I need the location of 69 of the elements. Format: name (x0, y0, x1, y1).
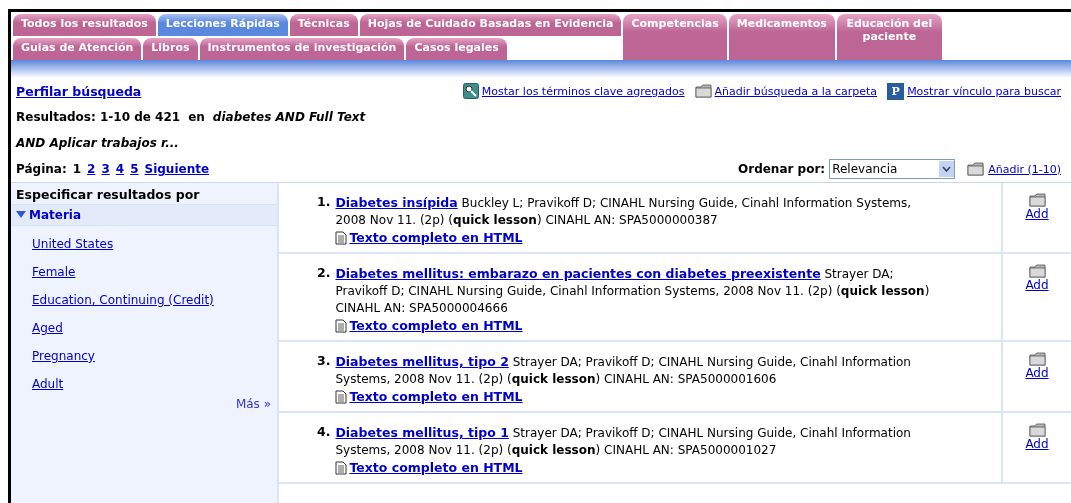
page-link[interactable]: 3 (101, 162, 110, 176)
page-label: Página: (16, 162, 67, 176)
result-title-link[interactable]: Diabetes mellitus: embarazo en pacientes con diabetes preexistente (335, 266, 821, 281)
add-link[interactable]: Add (1025, 366, 1049, 380)
result-citation: Diabetes mellitus, tipo 2 Strayer DA; Pravikoff D; CINAHL Nursing Guide, Cinahl Information Systems, 2008 Nov 11. (2p) (quick lesson) CINAHL AN: SPA5000001606 (335, 353, 912, 388)
result-citation: Diabetes mellitus: embarazo en pacientes con diabetes preexistente Strayer DA; Pravikoff D; CINAHL Nursing Guide, Cinahl Information Systems, 2008 Nov 11. (2p) (quick lesson) CINAHL AN: SPA5000004666 (335, 265, 931, 317)
result-title-link[interactable]: Diabetes mellitus, tipo 2 (335, 354, 509, 369)
result-number: 1. (317, 194, 331, 211)
facet-link[interactable]: United States (32, 237, 114, 251)
facet-link[interactable]: Female (32, 265, 76, 279)
folder-icon (1028, 193, 1046, 207)
refine-search-link[interactable]: Perfilar búsqueda (16, 83, 142, 99)
tab[interactable]: Casos legales (406, 38, 507, 60)
sort-select[interactable]: Relevancia (829, 159, 956, 179)
full-text-link[interactable]: Texto completo en HTML (349, 459, 523, 476)
triangle-icon (16, 211, 26, 219)
sidebar-title: Especificar resultados por (15, 186, 201, 204)
connector-text: en (188, 110, 205, 124)
page-link[interactable]: 1 (72, 162, 82, 176)
document-icon (335, 318, 348, 333)
full-text-link[interactable]: Texto completo en HTML (349, 317, 523, 334)
page-link[interactable]: 5 (130, 162, 139, 176)
tab[interactable]: Instrumentos de investigación (199, 38, 405, 60)
folder-icon (1028, 264, 1046, 278)
query-text: diabetes AND Full Text (212, 110, 366, 124)
magnifier-icon (462, 83, 479, 99)
toolbar-link[interactable]: Mostrar vínculo para buscar (907, 84, 1061, 98)
result-number: 2. (317, 265, 331, 282)
toolbar-link[interactable]: Mostar los términos clave agregados (481, 84, 685, 98)
folder-icon (967, 162, 985, 176)
document-icon (335, 230, 348, 245)
next-page-link[interactable]: Siguiente (144, 162, 210, 176)
page-link[interactable]: 4 (115, 162, 125, 176)
result-number: 4. (317, 424, 331, 441)
tab[interactable]: Todos los resultados (13, 14, 156, 36)
full-text-link[interactable]: Texto completo en HTML (349, 229, 523, 246)
caret-icon (939, 161, 955, 177)
add-link[interactable]: Add (1025, 437, 1049, 451)
result-citation: Diabetes insípida Buckley L; Pravikoff D; CINAHL Nursing Guide, Cinahl Information Systems, 2008 Nov 11. (2p) (quick lesson) CINAHL AN: SPA5000000387 (335, 194, 913, 229)
folder-icon (1028, 352, 1046, 366)
tab[interactable]: Libros (143, 38, 198, 60)
p-icon: P (887, 82, 905, 100)
result-citation: Diabetes mellitus, tipo 1 Strayer DA; Pravikoff D; CINAHL Nursing Guide, Cinahl Information Systems, 2008 Nov 11. (2p) (quick lesson) CINAHL AN: SPA5000001027 (335, 424, 912, 459)
toolbar-link[interactable]: Añadir búsqueda a la carpeta (714, 84, 878, 98)
tab[interactable]: Técnicas (289, 14, 358, 36)
facet-link[interactable]: Pregnancy (32, 349, 95, 363)
facet-link[interactable]: Aged (32, 321, 63, 335)
folder-icon (1028, 423, 1046, 437)
tab[interactable]: Hojas de Cuidado Basadas en Evidencia (359, 14, 622, 36)
more-link[interactable]: Más » (235, 391, 277, 411)
tab[interactable]: Educación del paciente (836, 14, 942, 60)
result-number: 3. (317, 353, 331, 370)
facet-header[interactable]: Materia (11, 204, 277, 226)
facet-link[interactable]: Education, Continuing (Credit) (32, 293, 214, 307)
add-link[interactable]: Add (1025, 278, 1049, 292)
query-text: AND Aplicar trabajos r... (16, 136, 179, 150)
add-link[interactable]: Add (1025, 207, 1049, 221)
document-icon (335, 389, 348, 404)
folder-icon (694, 84, 712, 98)
document-icon (335, 460, 348, 475)
tab[interactable]: Guias de Atención (13, 38, 142, 60)
result-title-link[interactable]: Diabetes mellitus, tipo 1 (335, 425, 509, 440)
add-all-link[interactable]: Añadir (1-10) (988, 162, 1061, 176)
sort-label: Ordenar por: (738, 162, 826, 176)
page-link[interactable]: 2 (87, 162, 96, 176)
result-title-link[interactable]: Diabetes insípida (335, 195, 458, 210)
results-count: Resultados: 1-10 de 421 (16, 110, 181, 124)
full-text-link[interactable]: Texto completo en HTML (349, 388, 523, 405)
facet-link[interactable]: Adult (32, 377, 64, 391)
